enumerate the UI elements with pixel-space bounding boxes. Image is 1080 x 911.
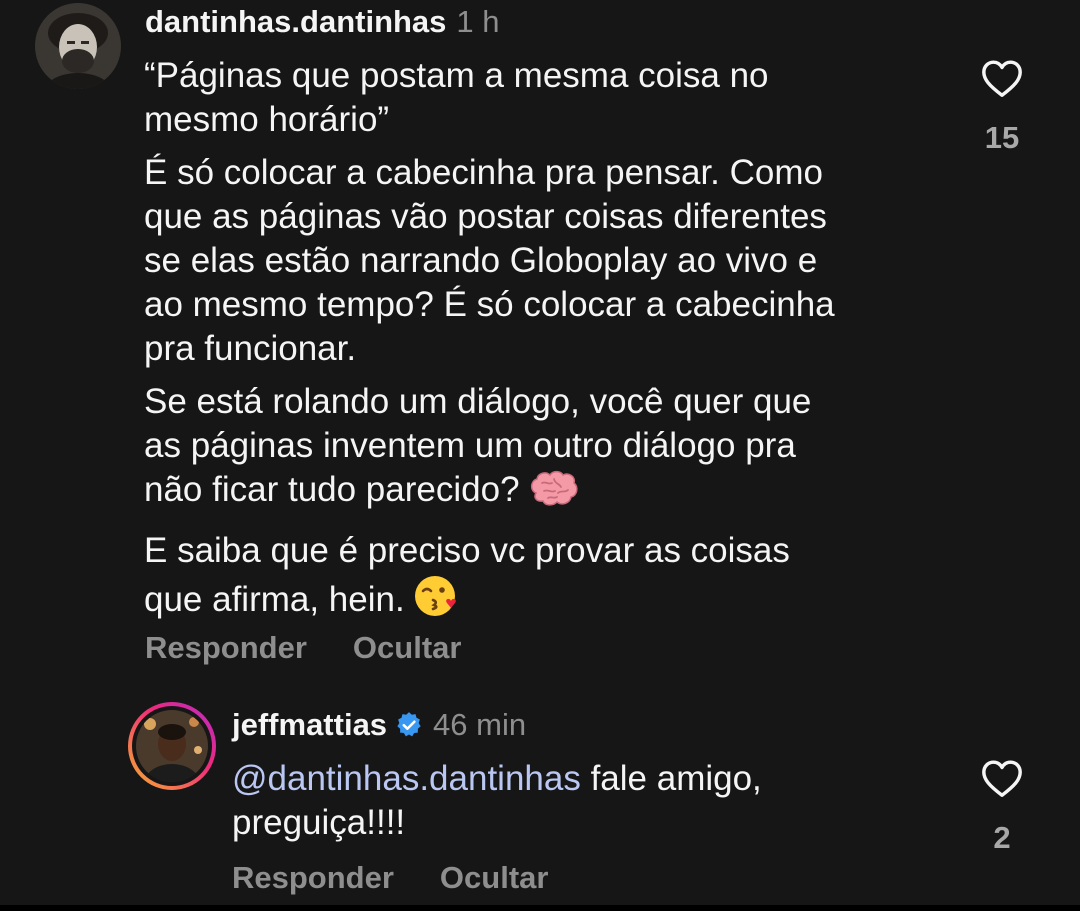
text-line: É só colocar a cabecinha pra pensar. Com…	[144, 153, 823, 192]
text-line: ao mesmo tempo? É só colocar a cabecinha	[144, 285, 835, 324]
avatar[interactable]	[35, 3, 121, 89]
text-line: mesmo horário”	[144, 100, 390, 139]
comment-header: jeffmattias 46 min	[232, 705, 526, 749]
heart-outline-icon[interactable]	[979, 58, 1025, 98]
like-count: 2	[993, 820, 1011, 855]
text-line: @dantinhas.dantinhas fale amigo,	[232, 757, 762, 801]
text-line: “Páginas que postam a mesma coisa no	[144, 56, 769, 95]
comments-panel: dantinhas.dantinhas 1 h “Páginas que post…	[0, 0, 1080, 905]
text-line: não ficar tudo parecido?	[144, 468, 835, 520]
avatar-story-ring[interactable]	[128, 702, 216, 790]
comment-paragraph: E saiba que é preciso vc provar as coisa…	[144, 529, 835, 630]
comment-header: dantinhas.dantinhas 1 h	[145, 2, 500, 42]
comment-actions: Responder Ocultar	[145, 630, 461, 666]
username[interactable]: jeffmattias	[232, 707, 387, 742]
like-control: 15	[962, 58, 1042, 156]
hide-button[interactable]: Ocultar	[440, 860, 549, 896]
comment-actions: Responder Ocultar	[232, 860, 548, 896]
comment-text: @dantinhas.dantinhas fale amigo, preguiç…	[232, 757, 762, 845]
timestamp: 1 h	[456, 4, 500, 39]
comment-paragraph: É só colocar a cabecinha pra pensar. Com…	[144, 151, 835, 371]
heart-outline-icon[interactable]	[979, 758, 1025, 798]
text-line: E saiba que é preciso vc provar as coisa…	[144, 531, 790, 570]
like-count: 15	[984, 120, 1020, 155]
comment-paragraph: Se está rolando um diálogo, você quer qu…	[144, 380, 835, 520]
text-line: que afirma, hein.	[144, 573, 835, 630]
comment-text: “Páginas que postam a mesma coisa no mes…	[144, 54, 835, 639]
verified-badge-icon	[395, 709, 423, 749]
text-line: as páginas inventem um outro diálogo pra	[144, 426, 796, 465]
timestamp: 46 min	[433, 707, 527, 742]
text-line: preguiça!!!!	[232, 803, 406, 842]
comment-jeffmattias: jeffmattias 46 min @dantinhas.dantinhas …	[0, 690, 1080, 905]
text-line: pra funcionar.	[144, 329, 357, 368]
avatar	[136, 710, 208, 782]
text-line: que as páginas vão postar coisas diferen…	[144, 197, 827, 236]
mention-link[interactable]: @dantinhas.dantinhas	[232, 759, 581, 798]
text-segment: que afirma, hein.	[144, 580, 405, 619]
reply-button[interactable]: Responder	[232, 860, 394, 896]
username[interactable]: dantinhas.dantinhas	[145, 4, 446, 39]
comment-dantinhas: dantinhas.dantinhas 1 h “Páginas que post…	[0, 0, 1080, 680]
brain-emoji-icon	[528, 469, 580, 520]
avatar-photo	[35, 3, 121, 89]
text-line: Se está rolando um diálogo, você quer qu…	[144, 382, 812, 421]
comment-paragraph: “Páginas que postam a mesma coisa no mes…	[144, 54, 835, 142]
kissing-face-emoji-icon	[413, 573, 459, 630]
like-control: 2	[962, 758, 1042, 856]
text-segment: fale amigo,	[580, 759, 762, 798]
hide-button[interactable]: Ocultar	[353, 630, 462, 666]
avatar-photo	[136, 710, 208, 782]
reply-button[interactable]: Responder	[145, 630, 307, 666]
text-line: se elas estão narrando Globoplay ao vivo…	[144, 241, 818, 280]
text-segment: não ficar tudo parecido?	[144, 470, 520, 509]
